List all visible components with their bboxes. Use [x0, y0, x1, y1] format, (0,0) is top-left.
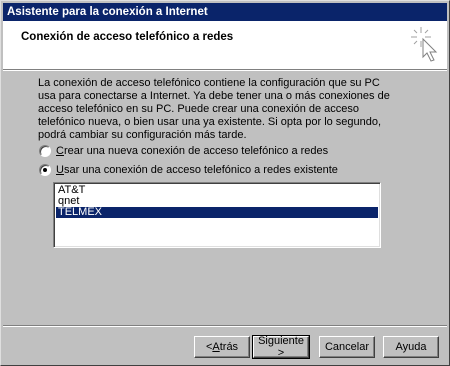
description-text: La conexión de acceso telefónico contien… — [38, 77, 390, 141]
list-item-qnet[interactable]: qnet — [56, 196, 378, 207]
page-title: Conexión de acceso telefónico a redes — [21, 31, 234, 43]
connections-listbox[interactable]: AT&T qnet TELMEX — [53, 182, 381, 248]
cancel-button[interactable]: Cancelar — [319, 336, 375, 358]
help-button[interactable]: Ayuda — [383, 336, 439, 358]
title-bar[interactable]: Asistente para la conexión a Internet — [3, 3, 447, 21]
wizard-window: Asistente para la conexión a Internet Co… — [0, 0, 450, 366]
next-button[interactable]: Siguiente > — [252, 335, 310, 359]
footer-separator — [3, 325, 447, 327]
create-new-label: Crear una nueva conexión de acceso telef… — [56, 145, 329, 157]
radio-create-new-indicator[interactable] — [39, 145, 51, 157]
list-item-att[interactable]: AT&T — [56, 185, 378, 196]
use-existing-label: Usar una conexión de acceso telefónico a… — [56, 164, 338, 176]
use-existing-connection-radio[interactable]: Usar una conexión de acceso telefónico a… — [39, 163, 338, 177]
window-title: Asistente para la conexión a Internet — [7, 6, 208, 18]
radio-use-existing-indicator[interactable] — [39, 164, 51, 176]
list-item-telmex[interactable]: TELMEX — [56, 207, 378, 218]
create-new-connection-radio[interactable]: Crear una nueva conexión de acceso telef… — [39, 144, 328, 158]
back-button[interactable]: < Atrás — [194, 336, 250, 358]
header-separator — [3, 69, 447, 71]
wizard-header: Conexión de acceso telefónico a redes — [3, 21, 447, 69]
wizard-wand-icon — [411, 27, 438, 62]
